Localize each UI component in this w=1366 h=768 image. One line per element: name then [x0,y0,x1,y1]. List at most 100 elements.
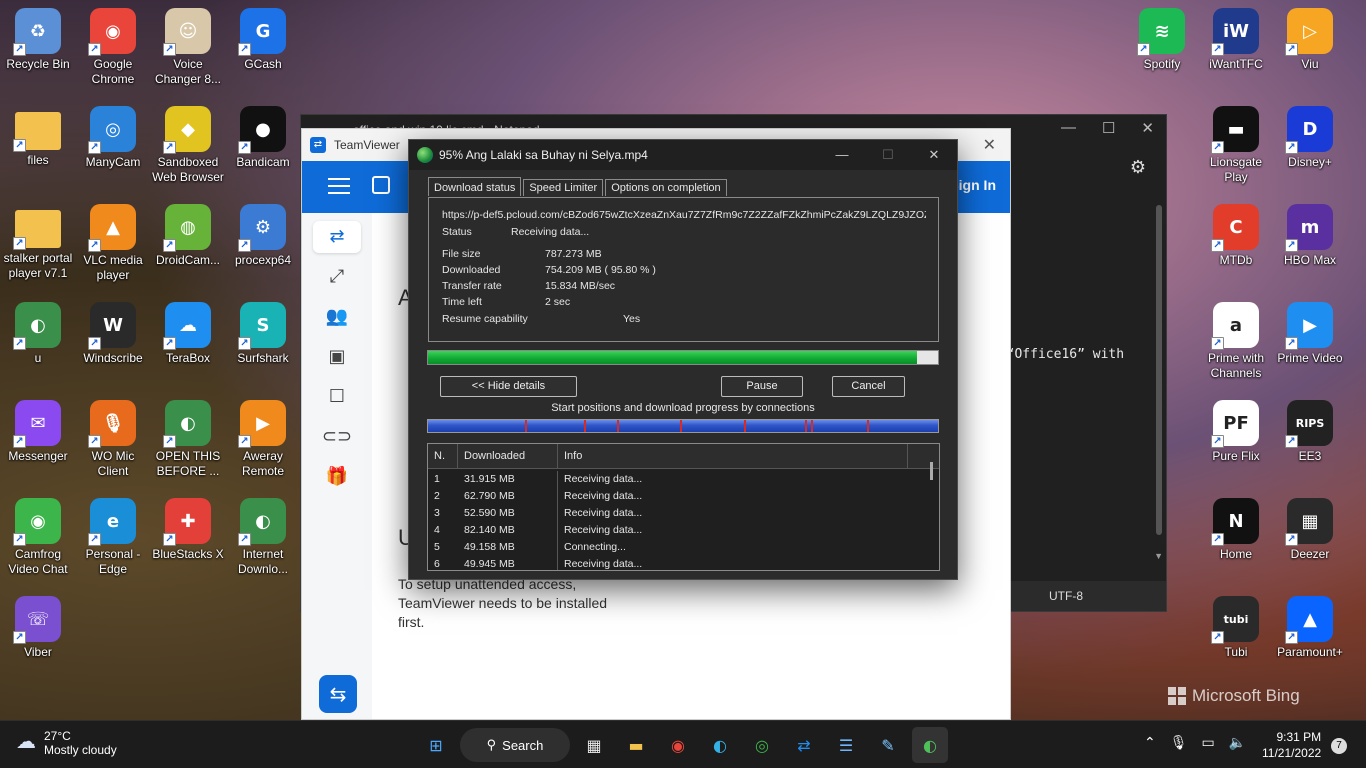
paint-icon[interactable]: ✎ [870,727,906,763]
close-icon[interactable]: ✕ [911,140,957,170]
hide-details-button[interactable]: << Hide details [440,376,577,397]
desktop-shortcut[interactable]: ◎ ↗ ManyCam [75,106,151,170]
col-number[interactable]: N. [428,444,458,468]
desktop-shortcut[interactable]: m ↗ HBO Max [1272,204,1348,268]
desktop-shortcut[interactable]: ☏ ↗ Viber [0,596,76,660]
windows-start-icon[interactable]: ⊞ [418,727,454,763]
search-button[interactable]: ⚲ Search [460,728,570,762]
desktop-shortcut[interactable]: a ↗ Prime with Channels [1198,302,1274,381]
display-icon[interactable]: ▭ [1202,735,1215,751]
teamviewer-icon[interactable]: ⇄ [786,727,822,763]
clock[interactable]: 9:31 PM 11/21/2022 [1262,729,1321,761]
file-size-value: 787.273 MB [545,248,602,260]
camfrog-icon[interactable]: ◎ [744,727,780,763]
pause-button[interactable]: Pause [721,376,803,397]
microphone-icon[interactable]: 🎙 [1170,735,1188,751]
resume-row: Resume capability Yes [442,313,640,325]
weather-widget[interactable]: ☁ 27°C Mostly cloudy [16,729,117,757]
gift-icon[interactable]: 🎁 [313,461,361,493]
cancel-button[interactable]: Cancel [832,376,905,397]
idm-download-dialog[interactable]: 95% Ang Lalaki sa Buhay ni Selya.mp4 — ☐… [408,139,958,580]
store-icon[interactable]: ▦ [576,727,612,763]
notepad-scrollbar[interactable] [1156,205,1162,535]
hamburger-menu-icon[interactable] [328,178,350,194]
desktop-shortcut[interactable]: tubi ↗ Tubi [1198,596,1274,660]
desktop-shortcut[interactable]: ▶ ↗ Aweray Remote [225,400,301,479]
desktop-shortcut[interactable]: ↗ stalker portal player v7.1 [0,204,76,281]
feedback-icon[interactable] [372,176,390,194]
table-row[interactable]: 5 49.158 MB Connecting... [428,539,939,556]
desktop-shortcut[interactable]: ▶ ↗ Prime Video [1272,302,1348,366]
desktop-shortcut[interactable]: iW ↗ iWantTFC [1198,8,1274,72]
meeting-icon[interactable]: ⤢ [313,261,361,293]
augmented-reality-icon[interactable]: ⊂⊃ [313,421,361,453]
desktop-shortcut[interactable]: ◐ ↗ OPEN THIS BEFORE ... [150,400,226,479]
tab-download-status[interactable]: Download status [428,177,522,196]
desktop-shortcut[interactable]: N ↗ Home [1198,498,1274,562]
contacts-icon[interactable]: 👥 [313,301,361,333]
scroll-down-icon[interactable]: ▼ [1154,551,1163,561]
desktop-shortcut[interactable]: ◐ ↗ u [0,302,76,366]
paramount-icon: ▲ ↗ [1285,596,1333,644]
notification-badge[interactable]: 7 [1331,738,1347,754]
desktop-shortcut[interactable]: ⚙ ↗ procexp64 [225,204,301,268]
table-row[interactable]: 4 82.140 MB Receiving data... [428,522,939,539]
table-row[interactable]: 2 62.790 MB Receiving data... [428,488,939,505]
maximize-icon[interactable]: ☐ [1102,119,1115,137]
maximize-icon[interactable]: ☐ [865,140,911,170]
chrome-icon[interactable]: ◉ [660,727,696,763]
minimize-icon[interactable]: — [1061,119,1076,137]
col-info[interactable]: Info [558,444,908,468]
table-scrollbar[interactable] [930,462,933,480]
desktop-shortcut[interactable]: C ↗ MTDb [1198,204,1274,268]
speaker-icon[interactable]: 🔈 [1229,735,1246,751]
desktop-shortcut[interactable]: ☺ ↗ Voice Changer 8... [150,8,226,87]
table-row[interactable]: 1 31.915 MB Receiving data... [428,471,939,488]
desktop-shortcut[interactable]: ♻ ↗ Recycle Bin [0,8,76,72]
desktop-shortcut[interactable]: D ↗ Disney+ [1272,106,1348,170]
connections-table: N. Downloaded Info 1 31.915 MB Receiving d… [427,443,940,571]
table-row[interactable]: 3 52.590 MB Receiving data... [428,505,939,522]
minimize-icon[interactable]: — [819,140,865,170]
address-book-icon[interactable]: ▣ [313,341,361,373]
edge-icon[interactable]: ◐ [702,727,738,763]
close-icon[interactable]: ✕ [983,135,996,155]
desktop-shortcut[interactable]: PF ↗ Pure Flix [1198,400,1274,464]
notepad-icon[interactable]: ☰ [828,727,864,763]
desktop-shortcut[interactable]: ● ↗ Bandicam [225,106,301,170]
tab-speed-limiter[interactable]: Speed Limiter [523,179,604,196]
desktop-shortcut[interactable]: ◉ ↗ Camfrog Video Chat [0,498,76,577]
desktop-shortcut[interactable]: ◐ ↗ Internet Downlo... [225,498,301,577]
desktop-shortcut[interactable]: W ↗ Windscribe [75,302,151,366]
desktop-shortcut[interactable]: ◍ ↗ DroidCam... [150,204,226,268]
desktop-shortcut[interactable]: 🎙 ↗ WO Mic Client [75,400,151,479]
close-icon[interactable]: ✕ [1141,119,1154,137]
desktop-shortcut[interactable]: ✚ ↗ BlueStacks X [150,498,226,562]
idm-icon[interactable]: ◐ [912,727,948,763]
desktop-shortcut[interactable]: G ↗ GCash [225,8,301,72]
desktop-shortcut[interactable]: S ↗ Surfshark [225,302,301,366]
desktop-shortcut[interactable]: ◉ ↗ Google Chrome [75,8,151,87]
desktop-shortcut[interactable]: ▬ ↗ Lionsgate Play [1198,106,1274,185]
desktop-shortcut[interactable]: RIPS ↗ EE3 [1272,400,1348,464]
file-explorer-icon[interactable]: ▬ [618,727,654,763]
table-row[interactable]: 6 49.945 MB Receiving data... [428,556,939,570]
chevron-up-icon[interactable]: ⌃ [1144,735,1156,751]
desktop-shortcut[interactable]: ☁ ↗ TeraBox [150,302,226,366]
desktop-shortcut[interactable]: ✉ ↗ Messenger [0,400,76,464]
desktop-shortcut[interactable]: ◆ ↗ Sandboxed Web Browser [150,106,226,185]
desktop-shortcut[interactable]: ▷ ↗ Viu [1272,8,1348,72]
chat-icon[interactable]: ☐ [313,381,361,413]
tab-options-on-completion[interactable]: Options on completion [605,179,727,196]
remote-control-icon[interactable]: ⇄ [313,221,361,253]
desktop-shortcut[interactable]: ≋ ↗ Spotify [1124,8,1200,72]
desktop-shortcut[interactable]: ▲ ↗ VLC media player [75,204,151,283]
disney-plus-icon: D ↗ [1285,106,1333,154]
desktop-shortcut[interactable]: ▦ ↗ Deezer [1272,498,1348,562]
gear-icon[interactable]: ⚙ [1130,157,1146,178]
desktop-shortcut[interactable]: ▲ ↗ Paramount+ [1272,596,1348,660]
col-downloaded[interactable]: Downloaded [458,444,558,468]
teamviewer-logo-icon[interactable]: ⇆ [319,675,357,713]
desktop-shortcut[interactable]: ↗ files [0,106,76,168]
desktop-shortcut[interactable]: e ↗ Personal - Edge [75,498,151,577]
